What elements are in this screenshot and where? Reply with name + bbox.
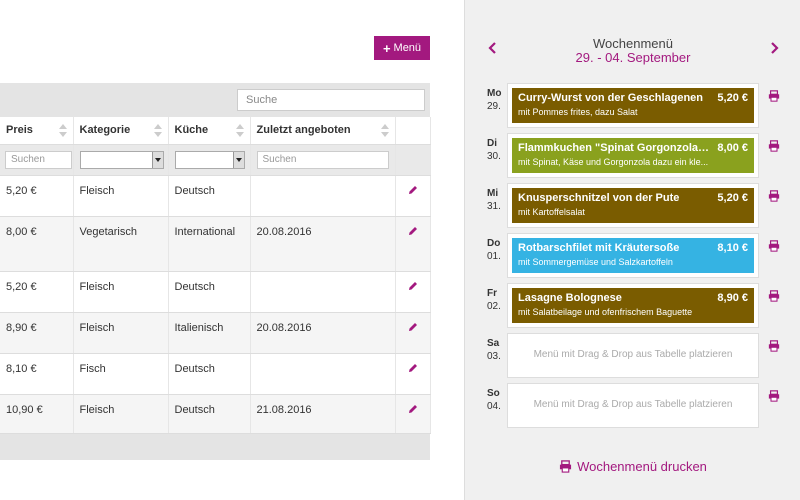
chevron-down-icon [232, 151, 244, 168]
add-menu-label: Menü [393, 42, 422, 54]
menu-table-pane: + Menü Preis Kategorie Küche Zuletzt ang… [0, 0, 464, 500]
day-abbr: Di [487, 138, 497, 149]
printer-icon[interactable] [768, 390, 780, 402]
day-abbr: Do [487, 238, 501, 249]
day-label: Fr 02. [487, 287, 501, 313]
day-abbr: Fr [487, 288, 497, 299]
week-date-range: 29. - 04. September [575, 50, 691, 65]
table-row[interactable]: 8,90 € Fleisch Italienisch 20.08.2016 [0, 312, 431, 354]
table-row[interactable]: 10,90 € Fleisch Deutsch 21.08.2016 [0, 394, 431, 434]
table-search-input[interactable] [237, 89, 425, 111]
day-date: 29. [487, 101, 501, 112]
meal-price: 8,00 € [717, 142, 748, 154]
sort-icon [58, 124, 67, 137]
printer-icon [560, 460, 572, 473]
plus-icon: + [382, 40, 391, 56]
filter-category-select[interactable] [79, 150, 164, 169]
day-abbr: So [487, 388, 500, 399]
day-slot[interactable]: Curry-Wurst von der Geschlagenen 5,20 € mi… [507, 83, 759, 128]
day-slot[interactable]: Knusperschnitzel von der Pute 5,20 € mit K… [507, 183, 759, 228]
week-menu-title: Wochenmenü [593, 36, 673, 51]
meal-side: mit Sommergemüse und Salzkartoffeln [518, 257, 673, 267]
col-header-category[interactable]: Kategorie [73, 117, 169, 145]
filter-cuisine-select[interactable] [174, 150, 245, 169]
chevron-right-icon[interactable] [768, 42, 780, 54]
day-label: Di 30. [487, 137, 501, 163]
menu-table-container: Preis Kategorie Küche Zuletzt angeboten … [0, 83, 431, 460]
meal-name: Rotbarschfilet mit Kräutersoße [518, 242, 680, 254]
printer-icon[interactable] [768, 340, 780, 352]
day-slot[interactable]: Flammkuchen "Spinat Gorgonzola" ... 8,00 … [507, 133, 759, 178]
day-date: 31. [487, 201, 501, 212]
day-slot[interactable]: Rotbarschfilet mit Kräutersoße 8,10 € mit … [507, 233, 759, 278]
day-label: Sa 03. [487, 337, 501, 363]
printer-icon[interactable] [768, 290, 780, 302]
table-row[interactable]: 8,10 € Fisch Deutsch [0, 353, 431, 395]
meal-price: 5,20 € [717, 92, 748, 104]
col-header-last-offered[interactable]: Zuletzt angeboten [250, 117, 396, 145]
week-menu-pane: Wochenmenü 29. - 04. September Mo 29. Curr… [464, 0, 800, 500]
day-label: Do 01. [487, 237, 501, 263]
menu-table: Preis Kategorie Küche Zuletzt angeboten … [0, 117, 431, 434]
day-label: Mo 29. [487, 87, 501, 113]
printer-icon[interactable] [768, 190, 780, 202]
sort-icon [235, 124, 244, 137]
day-abbr: Mo [487, 88, 502, 99]
filter-last-offered-input[interactable] [256, 150, 389, 169]
day-date: 01. [487, 251, 501, 262]
print-week-label: Wochenmenü drucken [577, 459, 707, 474]
col-header-price[interactable]: Preis [0, 117, 74, 145]
day-abbr: Sa [487, 338, 500, 349]
drop-placeholder: Menü mit Drag & Drop aus Tabelle platzie… [533, 349, 733, 360]
meal-card[interactable]: Curry-Wurst von der Geschlagenen 5,20 € mi… [512, 88, 754, 123]
table-row[interactable]: 5,20 € Fleisch Deutsch [0, 271, 431, 313]
day-date: 04. [487, 401, 501, 412]
pencil-icon[interactable] [408, 322, 418, 332]
meal-name: Lasagne Bolognese [518, 292, 622, 304]
day-slot[interactable]: Menü mit Drag & Drop aus Tabelle platzie… [507, 333, 759, 378]
meal-price: 5,20 € [717, 192, 748, 204]
day-date: 02. [487, 301, 501, 312]
day-label: Mi 31. [487, 187, 501, 213]
meal-side: mit Spinat, Käse und Gorgonzola dazu ein… [518, 157, 709, 167]
day-abbr: Mi [487, 188, 499, 199]
pencil-icon[interactable] [408, 281, 418, 291]
meal-card[interactable]: Knusperschnitzel von der Pute 5,20 € mit K… [512, 188, 754, 223]
meal-card[interactable]: Lasagne Bolognese 8,90 € mit Salatbeilage … [512, 288, 754, 323]
print-week-menu-link[interactable]: Wochenmenü drucken [465, 459, 800, 474]
meal-price: 8,90 € [717, 292, 748, 304]
pencil-icon[interactable] [408, 404, 418, 414]
printer-icon[interactable] [768, 90, 780, 102]
sort-icon [380, 124, 389, 137]
sort-icon [153, 124, 162, 137]
meal-name: Curry-Wurst von der Geschlagenen [518, 92, 704, 104]
table-row[interactable]: 8,00 € Vegetarisch International 20.08.2016 [0, 216, 431, 272]
chevron-down-icon [151, 151, 163, 168]
pencil-icon[interactable] [408, 226, 418, 236]
meal-card[interactable]: Flammkuchen "Spinat Gorgonzola" ... 8,00 … [512, 138, 754, 173]
meal-card[interactable]: Rotbarschfilet mit Kräutersoße 8,10 € mit … [512, 238, 754, 273]
day-slot[interactable]: Menü mit Drag & Drop aus Tabelle platzie… [507, 383, 759, 428]
pencil-icon[interactable] [408, 363, 418, 373]
meal-price: 8,10 € [717, 242, 748, 254]
col-header-actions [395, 117, 431, 145]
meal-name: Knusperschnitzel von der Pute [518, 192, 680, 204]
drop-placeholder: Menü mit Drag & Drop aus Tabelle platzie… [533, 399, 733, 410]
col-header-cuisine[interactable]: Küche [168, 117, 251, 145]
add-menu-button[interactable]: + Menü [374, 36, 430, 60]
meal-side: mit Kartoffelsalat [518, 207, 585, 217]
meal-side: mit Salatbeilage und ofenfrischem Baguet… [518, 307, 693, 317]
day-date: 30. [487, 151, 501, 162]
printer-icon[interactable] [768, 240, 780, 252]
filter-price-input[interactable] [5, 150, 72, 169]
day-label: So 04. [487, 387, 501, 413]
day-slot[interactable]: Lasagne Bolognese 8,90 € mit Salatbeilage … [507, 283, 759, 328]
day-date: 03. [487, 351, 501, 362]
meal-side: mit Pommes frites, dazu Salat [518, 107, 638, 117]
table-row[interactable]: 5,20 € Fleisch Deutsch [0, 175, 431, 217]
printer-icon[interactable] [768, 140, 780, 152]
pencil-icon[interactable] [408, 185, 418, 195]
meal-name: Flammkuchen "Spinat Gorgonzola" ... [518, 142, 713, 154]
